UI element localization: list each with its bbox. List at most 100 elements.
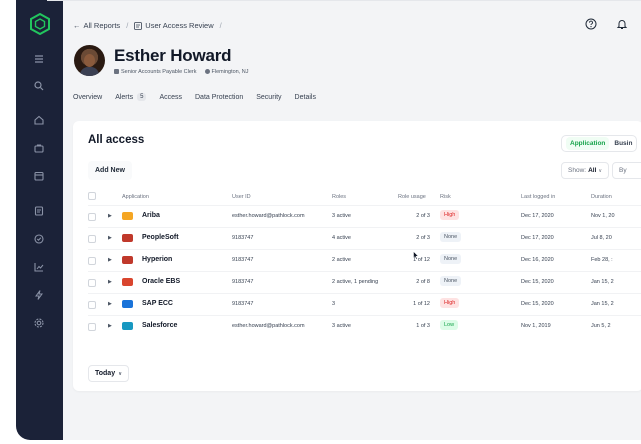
user-id-cell: 9183747 (232, 279, 254, 285)
tab-access[interactable]: Access (159, 94, 182, 101)
alerts-count-badge: 5 (137, 93, 147, 101)
breadcrumb-current[interactable]: User Access Review (134, 21, 214, 30)
roles-cell: 2 active, 1 pending (332, 279, 379, 285)
sidebar (16, 0, 63, 440)
settings-icon[interactable] (31, 315, 47, 331)
table-row[interactable]: ▶ PeopleSoft 9183747 4 active 2 of 3 None Dec … (88, 227, 641, 249)
roles-cell: 2 active (332, 257, 351, 263)
expand-caret-icon[interactable]: ▶ (108, 323, 112, 329)
row-checkbox[interactable] (88, 235, 96, 243)
tab-label: Access (159, 93, 182, 101)
app-logo-icon (122, 234, 133, 242)
location-pin-icon (204, 69, 210, 75)
table-row[interactable]: ▶ Oracle EBS 9183747 2 active, 1 pending 2 o… (88, 271, 641, 293)
document-icon[interactable] (31, 203, 47, 219)
group-by-dropdown[interactable]: By (612, 162, 641, 179)
risk-badge: None (440, 232, 462, 242)
expand-caret-icon[interactable]: ▶ (108, 213, 112, 219)
bolt-icon[interactable] (31, 287, 47, 303)
header-risk[interactable]: Risk (440, 194, 451, 200)
tab-security[interactable]: Security (256, 94, 281, 101)
roles-cell: 4 active (332, 235, 351, 241)
help-icon[interactable] (585, 18, 597, 30)
duration-cell: Jun 5, 2 (591, 323, 611, 329)
app-name[interactable]: Hyperion (142, 256, 172, 263)
app-name[interactable]: PeopleSoft (142, 234, 179, 241)
row-checkbox[interactable] (88, 323, 96, 331)
header-last-logged-in[interactable]: Last logged in (521, 194, 555, 200)
tab-data-protection[interactable]: Data Protection (195, 94, 243, 101)
today-dropdown[interactable]: Today ∨ (88, 365, 130, 382)
user-id-cell: 9183747 (232, 235, 254, 241)
logo-icon[interactable] (30, 13, 50, 35)
user-id-cell: 9183747 (232, 257, 254, 263)
risk-badge: High (440, 298, 460, 308)
risk-badge: Low (440, 320, 459, 330)
breadcrumb: ← All Reports / User Access Review / (73, 21, 228, 30)
duration-cell: Feb 28, : (591, 257, 613, 263)
app-name[interactable]: SAP ECC (142, 300, 173, 307)
expand-caret-icon[interactable]: ▶ (108, 301, 112, 307)
tab-overview[interactable]: Overview (73, 94, 102, 101)
user-location-label: Flemington, NJ (211, 69, 249, 75)
segment-application[interactable]: Application (566, 137, 610, 150)
show-filter-dropdown[interactable]: Show: All ∨ (561, 162, 610, 179)
expand-caret-icon[interactable]: ▶ (108, 235, 112, 241)
header-user-id[interactable]: User ID (232, 194, 251, 200)
profile-tabs: Overview Alerts 5 Access Data Protection … (73, 93, 316, 101)
header-application[interactable]: Application (122, 194, 149, 200)
row-checkbox[interactable] (88, 301, 96, 309)
tab-label: Data Protection (195, 93, 244, 101)
list-icon[interactable] (31, 51, 47, 67)
select-all-checkbox[interactable] (88, 192, 96, 200)
role-usage-cell: 1 of 3 (416, 323, 430, 329)
segment-business[interactable]: Busin (614, 140, 632, 147)
user-location: Flemington, NJ (204, 69, 249, 75)
breadcrumb-current-label: User Access Review (145, 21, 214, 30)
add-new-button[interactable]: Add New (88, 161, 132, 180)
role-usage-cell: 1 of 12 (413, 301, 430, 307)
check-circle-icon[interactable] (31, 231, 47, 247)
table-row[interactable]: ▶ SAP ECC 9183747 3 1 of 12 High Dec 15, 2020 J… (88, 293, 641, 315)
roles-cell: 3 active (332, 323, 351, 329)
roles-cell: 3 active (332, 213, 351, 219)
role-usage-cell: 2 of 3 (416, 235, 430, 241)
duration-cell: Jan 15, 2 (591, 279, 614, 285)
user-role-label: Senior Accounts Payable Clerk (121, 69, 197, 75)
briefcase-icon[interactable] (31, 140, 47, 156)
search-icon[interactable] (31, 78, 47, 94)
user-id-cell: esther.howard@pathlock.com (232, 213, 305, 219)
tab-alerts[interactable]: Alerts 5 (115, 93, 147, 101)
last-logged-in-cell: Dec 17, 2020 (521, 235, 554, 241)
mouse-cursor-icon (413, 251, 419, 260)
header-role-usage[interactable]: Role usage (398, 194, 426, 200)
header-duration[interactable]: Duration (591, 194, 612, 200)
table-row[interactable]: ▶ Hyperion 9183747 2 active 1 of 12 None Dec 1… (88, 249, 641, 271)
breadcrumb-back-link[interactable]: ← All Reports (73, 21, 120, 30)
app-name[interactable]: Oracle EBS (142, 278, 180, 285)
show-filter-label: Show: (568, 167, 587, 174)
table-row[interactable]: ▶ Salesforce esther.howard@pathlock.com 3 a… (88, 315, 641, 337)
chevron-down-icon: ∨ (118, 370, 123, 377)
tab-label: Details (294, 93, 316, 101)
table-row[interactable]: ▶ Ariba esther.howard@pathlock.com 3 active… (88, 205, 641, 227)
app-name[interactable]: Salesforce (142, 322, 177, 329)
calendar-icon[interactable] (31, 168, 47, 184)
group-by-label: By (619, 167, 627, 174)
app-name[interactable]: Ariba (142, 212, 160, 219)
header-roles[interactable]: Roles (332, 194, 346, 200)
tab-details[interactable]: Details (295, 94, 316, 101)
bell-icon[interactable] (616, 18, 628, 30)
user-id-cell: esther.howard@pathlock.com (232, 323, 305, 329)
row-checkbox[interactable] (88, 257, 96, 265)
row-checkbox[interactable] (88, 213, 96, 221)
last-logged-in-cell: Dec 16, 2020 (521, 257, 554, 263)
duration-cell: Nov 1, 20 (591, 213, 615, 219)
expand-caret-icon[interactable]: ▶ (108, 257, 112, 263)
home-icon[interactable] (31, 112, 47, 128)
chart-icon[interactable] (31, 259, 47, 275)
row-checkbox[interactable] (88, 279, 96, 287)
app-logo-icon (122, 212, 133, 220)
top-divider (47, 0, 641, 1)
expand-caret-icon[interactable]: ▶ (108, 279, 112, 285)
